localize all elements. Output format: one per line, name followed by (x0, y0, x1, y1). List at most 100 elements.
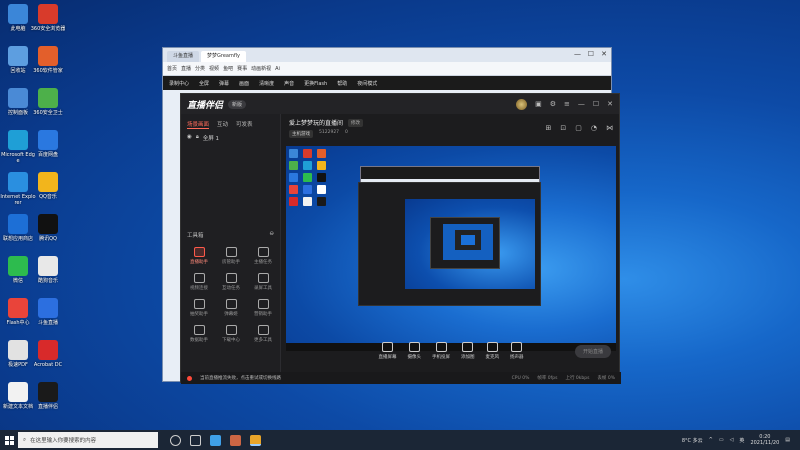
nav-link[interactable]: 分类 (195, 65, 205, 72)
network-icon[interactable]: ▭ (719, 437, 724, 443)
player-toolbar-item[interactable]: 帮助 (337, 80, 347, 87)
close-button[interactable]: ✕ (607, 100, 613, 108)
source-control-button[interactable]: 直播屏幕 (379, 342, 397, 360)
desktop-icon[interactable]: 360安全卫士 (30, 88, 66, 116)
source-control-button[interactable]: 麦克风 (485, 342, 500, 360)
bell-icon[interactable]: ◔ (591, 124, 597, 132)
maximize-button[interactable]: ☐ (593, 100, 599, 108)
edit-title-button[interactable]: 修改 (348, 118, 364, 127)
task-view-icon[interactable] (190, 434, 201, 446)
control-label: 添加图 (461, 355, 475, 360)
desktop-icon[interactable]: 360软件管家 (30, 46, 66, 74)
player-toolbar-item[interactable]: 弹幕 (219, 80, 229, 87)
desktop-icon[interactable]: QQ音乐 (30, 172, 66, 200)
control-label: 麦克风 (485, 355, 500, 360)
player-toolbar-item[interactable]: 全屏 (199, 80, 209, 87)
player-toolbar-item[interactable]: 画面 (239, 80, 249, 87)
version-badge: 新版 (228, 99, 247, 109)
toolbox-item[interactable]: 弹幕姬 (215, 299, 247, 317)
tool-icon (257, 299, 269, 309)
source-control-button[interactable]: 摄像头 (408, 342, 421, 360)
desktop-icon[interactable]: 腾讯QQ (30, 214, 66, 242)
player-toolbar-item[interactable]: 录制中心 (169, 80, 189, 87)
taskbar-search[interactable]: ⌕ 在这里输入你要搜索的内容 (18, 432, 158, 448)
live-assistant-taskbar-icon[interactable] (250, 434, 261, 446)
search-placeholder: 在这里输入你要搜索的内容 (30, 438, 97, 444)
nav-link[interactable]: 视频 (209, 65, 219, 72)
browser-tab-active[interactable]: 梦梦Greamfly (201, 51, 246, 62)
toolbox-item[interactable]: 主播任务 (247, 247, 279, 265)
category-select[interactable]: 主机游戏 (289, 130, 313, 138)
message-icon[interactable]: ▣ (535, 100, 542, 108)
minimize-button[interactable]: — (578, 100, 585, 108)
desktop-icon[interactable]: 直播伴侣 (30, 382, 66, 410)
main-content: 爱上梦梦玩的直播间 修改 主机游戏 5122927 0 ⊞ ⊡ ▢ ◔ ⋈ 直播… (181, 114, 621, 384)
tab-publish[interactable]: 可发表 (236, 120, 253, 129)
toolbox-more-icon[interactable]: ⊖ (269, 231, 274, 239)
scene-item[interactable]: ◉ 🔒︎ 全屏 1 (181, 132, 280, 144)
desktop-icon[interactable]: 360安全浏览器 (30, 4, 66, 32)
nav-link[interactable]: 鱼吧 (223, 65, 233, 72)
notification-icon[interactable]: ▤ (785, 437, 790, 443)
volume-icon[interactable]: ◁ (730, 437, 734, 443)
tray-arrow-icon[interactable]: ^ (709, 437, 713, 443)
source-control-button[interactable]: 扬声器 (510, 342, 524, 360)
stream-preview[interactable] (286, 146, 616, 351)
bag-icon[interactable]: ▢ (575, 124, 582, 132)
tab-interaction[interactable]: 互动 (217, 120, 228, 129)
weather[interactable]: 8°C 多云 (682, 437, 703, 444)
player-toolbar-item[interactable]: 清晰度 (259, 80, 274, 87)
source-control-button[interactable]: 手机投屏 (432, 342, 450, 360)
browser-taskbar-icon[interactable] (210, 434, 221, 446)
cortana-icon[interactable] (170, 434, 181, 446)
desktop-icon[interactable]: 百度网盘 (30, 130, 66, 158)
player-toolbar-item[interactable]: 夜间模式 (357, 80, 377, 87)
menu-icon[interactable]: ≡ (564, 100, 570, 108)
share-icon[interactable]: ⋈ (606, 124, 613, 132)
tab-scenes[interactable]: 场景画面 (187, 120, 210, 129)
player-toolbar-item[interactable]: 声音 (284, 80, 294, 87)
app-icon (8, 214, 28, 234)
gift-icon[interactable]: ⊞ (546, 124, 552, 132)
control-icon (435, 342, 447, 352)
nav-link[interactable]: 直播 (181, 65, 191, 72)
settings-icon[interactable]: ⚙ (550, 100, 556, 108)
toolbox-item[interactable]: 录屏工具 (247, 273, 279, 291)
user-avatar[interactable] (516, 98, 528, 110)
eye-icon[interactable]: ◉ (187, 134, 192, 142)
start-live-button[interactable]: 开始直播 (574, 345, 611, 358)
app-taskbar-icon[interactable] (230, 434, 241, 446)
toolbox-item[interactable]: 抽奖助手 (183, 299, 215, 317)
toolbox-item[interactable]: 更多工具 (247, 325, 279, 343)
toolbox-item[interactable]: 直播助手 (183, 247, 215, 265)
live-assistant-window[interactable]: 直播伴侣 新版 ▣ ⚙ ≡ — ☐ ✕ 场景画面 互动 可发表 ◉ 🔒︎ 全屏 … (180, 93, 621, 384)
desktop-icon[interactable]: Acrobat DC (30, 340, 66, 368)
status-bar: 当前直播推流失败，点击重试或切换线路 CPU 0% 帧率 0fps 上行 0kb… (181, 372, 621, 384)
player-toolbar-item[interactable]: 更换Flash (304, 80, 327, 87)
desktop-icon[interactable]: 酷狗音乐 (30, 256, 66, 284)
toolbox-item[interactable]: 互动任务 (215, 273, 247, 291)
app-logo: 直播伴侣 (187, 100, 224, 111)
toolbox-item[interactable]: 下载中心 (215, 325, 247, 343)
minimize-icon[interactable]: — (574, 50, 581, 58)
toolbox-item[interactable]: 营销助手 (247, 299, 279, 317)
lock-icon[interactable]: 🔒︎ (196, 134, 199, 142)
start-button[interactable] (0, 430, 18, 450)
close-icon[interactable]: ✕ (601, 50, 607, 58)
desktop-icon[interactable]: 斗鱼直播 (30, 298, 66, 326)
nav-link[interactable]: 动画新视 (251, 65, 271, 72)
toolbox-item[interactable]: 视频连接 (183, 273, 215, 291)
maximize-icon[interactable]: ☐ (588, 50, 594, 58)
clock[interactable]: 0:20 2021/11/20 (750, 434, 779, 446)
tool-icon (193, 273, 205, 283)
toolbox-item[interactable]: 数据助手 (183, 325, 215, 343)
source-control-button[interactable]: 添加图 (461, 342, 475, 360)
tool-icon (193, 325, 205, 335)
nav-link[interactable]: 赛事 (237, 65, 247, 72)
nav-link[interactable]: Ai (275, 66, 280, 72)
toolbox-item[interactable]: 房管助手 (215, 247, 247, 265)
nav-link[interactable]: 首页 (167, 65, 177, 72)
lock-room-icon[interactable]: ⊡ (560, 124, 566, 132)
browser-tab[interactable]: 斗鱼直播 (167, 51, 200, 62)
input-language[interactable]: 英 (739, 437, 744, 444)
